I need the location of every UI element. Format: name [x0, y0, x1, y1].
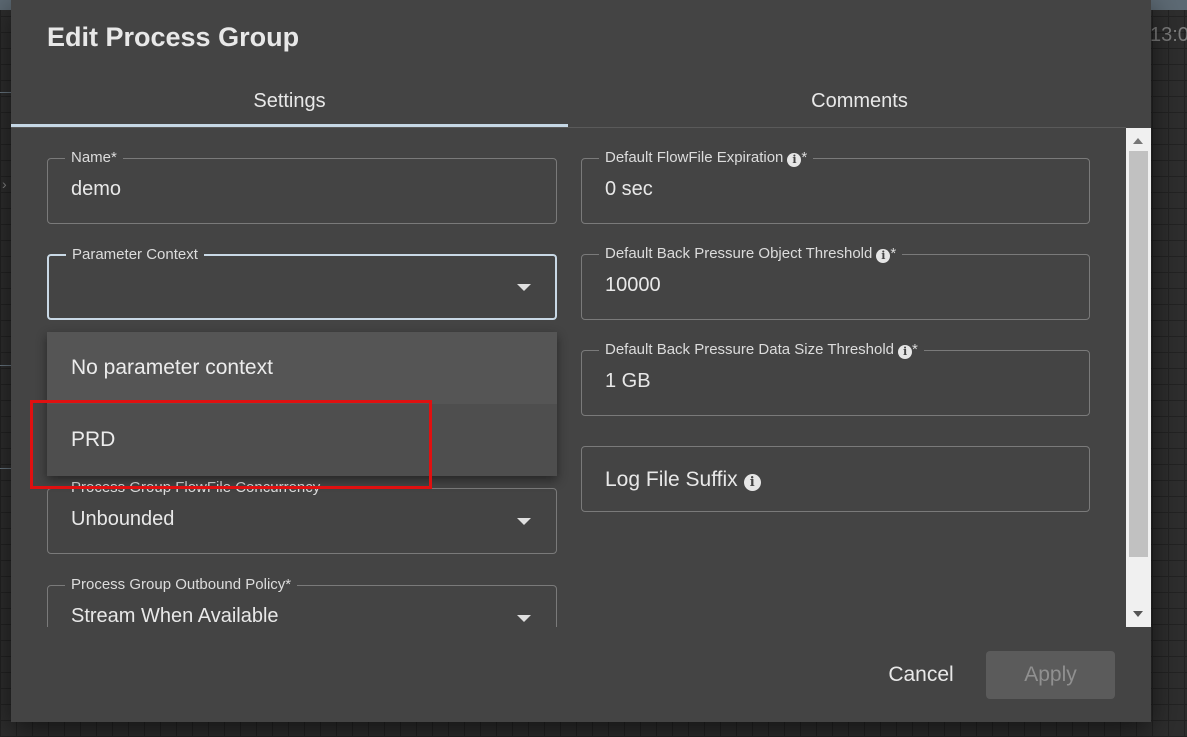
- log-file-suffix-field[interactable]: Log File Suffix i: [581, 446, 1090, 512]
- caret-down-icon: [517, 518, 531, 525]
- parameter-context-select[interactable]: Parameter Context: [47, 246, 557, 320]
- caret-down-icon: [517, 615, 531, 622]
- required-mark: *: [890, 245, 897, 262]
- log-file-suffix-label: Log File Suffix: [605, 468, 738, 491]
- info-icon[interactable]: i: [787, 153, 802, 167]
- background-glyph: ›: [2, 176, 7, 192]
- object-threshold-label: Default Back Pressure Object Threshold i *: [599, 245, 903, 263]
- outbound-policy-label: Process Group Outbound Policy*: [65, 576, 298, 594]
- info-icon[interactable]: i: [898, 345, 913, 359]
- highlight-box: [30, 400, 432, 489]
- edit-process-group-dialog: Edit Process Group Settings Comments Nam…: [11, 0, 1151, 722]
- data-size-threshold-label: Default Back Pressure Data Size Threshol…: [599, 341, 924, 359]
- scroll-up-arrow-icon[interactable]: [1133, 138, 1143, 144]
- outbound-policy-select[interactable]: Process Group Outbound Policy* Stream Wh…: [47, 576, 557, 627]
- dialog-title: Edit Process Group: [47, 22, 300, 52]
- data-size-threshold-label-text: Default Back Pressure Data Size Threshol…: [605, 341, 895, 358]
- data-size-threshold-field[interactable]: Default Back Pressure Data Size Threshol…: [581, 341, 1090, 416]
- name-label: Name*: [65, 149, 123, 167]
- outbound-policy-value: Stream When Available: [71, 605, 279, 627]
- object-threshold-label-text: Default Back Pressure Object Threshold: [605, 245, 873, 262]
- flowfile-expiration-label: Default FlowFile Expiration i *: [599, 149, 814, 167]
- name-field[interactable]: Name* demo: [47, 149, 557, 224]
- tab-comments[interactable]: Comments: [568, 76, 1151, 126]
- name-value: demo: [71, 178, 122, 200]
- object-threshold-value: 10000: [605, 274, 661, 296]
- required-mark: *: [912, 341, 918, 358]
- scrollbar-thumb[interactable]: [1129, 151, 1148, 557]
- cancel-button[interactable]: Cancel: [871, 651, 971, 699]
- background-clock: 13:0: [1150, 24, 1187, 46]
- option-no-parameter-context[interactable]: No parameter context: [47, 332, 557, 404]
- tab-settings[interactable]: Settings: [11, 76, 568, 126]
- flowfile-concurrency-select[interactable]: Process Group FlowFile Concurrency Unbou…: [47, 479, 557, 554]
- flowfile-expiration-value: 0 sec: [605, 178, 653, 200]
- info-icon[interactable]: i: [743, 474, 761, 491]
- scroll-down-arrow-icon[interactable]: [1133, 611, 1143, 617]
- required-mark: *: [801, 149, 808, 166]
- data-size-threshold-value: 1 GB: [605, 370, 651, 392]
- object-threshold-field[interactable]: Default Back Pressure Object Threshold i *…: [581, 245, 1090, 320]
- flowfile-expiration-label-text: Default FlowFile Expiration: [605, 149, 784, 166]
- info-icon[interactable]: i: [876, 249, 891, 263]
- caret-down-icon: [517, 284, 531, 291]
- apply-button[interactable]: Apply: [986, 651, 1115, 699]
- parameter-context-label: Parameter Context: [66, 246, 204, 264]
- flowfile-concurrency-value: Unbounded: [71, 508, 175, 530]
- log-file-suffix-placeholder: Log File Suffix i: [605, 468, 761, 492]
- flowfile-expiration-field[interactable]: Default FlowFile Expiration i * 0 sec: [581, 149, 1090, 224]
